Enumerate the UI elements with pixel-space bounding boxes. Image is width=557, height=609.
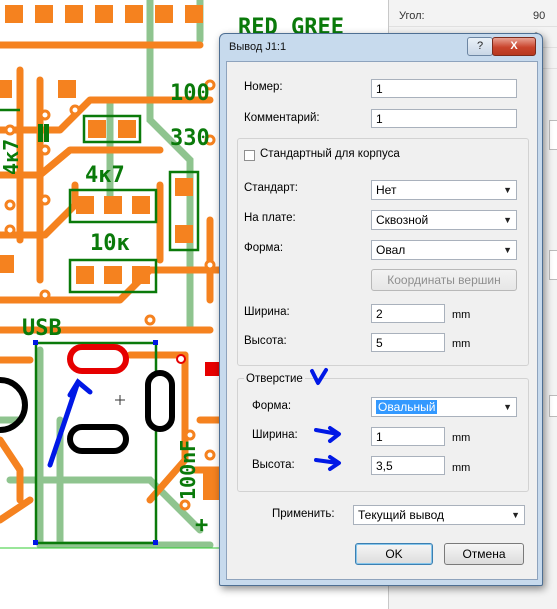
property-value: 90 [533, 10, 546, 22]
panel-edge-box [549, 120, 557, 150]
pin-properties-dialog: Вывод J1:1 ? X Номер: 1 Комментарий: 1 С… [219, 33, 543, 586]
comment-label: Комментарий: [244, 112, 320, 124]
property-row-angle[interactable]: Угол: 90 [389, 6, 557, 27]
pcb-label-100: 100 [170, 81, 210, 106]
hole-height-unit: mm [452, 462, 471, 474]
vertex-coordinates-button[interactable]: Координаты вершин [371, 269, 517, 291]
apply-label: Применить: [272, 508, 335, 520]
pcb-label-plus: + [195, 513, 208, 538]
hole-shape-label: Форма: [252, 400, 292, 412]
hole-shape-select[interactable]: Овальный ▼ [371, 397, 517, 417]
shape-select-value: Овал [376, 243, 406, 257]
dialog-client-area: Номер: 1 Комментарий: 1 Стандартный для … [226, 61, 538, 580]
chevron-down-icon: ▼ [503, 185, 512, 195]
hole-shape-select-value: Овальный [376, 400, 438, 414]
width-input[interactable]: 2 [371, 304, 445, 323]
chevron-down-icon: ▼ [503, 402, 512, 412]
standard-for-case-checkbox[interactable] [244, 150, 255, 161]
dialog-title: Вывод J1:1 [229, 41, 287, 53]
apply-select[interactable]: Текущий вывод ▼ [353, 505, 525, 525]
on-board-label: На плате: [244, 212, 296, 224]
pcb-label-100nf: 100nF [176, 440, 200, 500]
standard-select-value: Нет [376, 183, 397, 197]
height-unit: mm [452, 338, 471, 350]
close-button[interactable]: X [492, 37, 536, 56]
help-button[interactable]: ? [467, 37, 493, 56]
hole-width-unit: mm [452, 432, 471, 444]
pcb-label-10k: 10к [90, 231, 130, 256]
pcb-label-4k7-vertical: 4к7 [0, 139, 23, 175]
shape-label: Форма: [244, 242, 284, 254]
ok-button[interactable]: OK [355, 543, 433, 565]
hole-width-input[interactable]: 1 [371, 427, 445, 446]
width-unit: mm [452, 309, 471, 321]
chevron-down-icon: ▼ [511, 510, 520, 520]
property-key: Угол: [399, 10, 425, 22]
height-input[interactable]: 5 [371, 333, 445, 352]
chevron-down-icon: ▼ [503, 245, 512, 255]
hole-group-title: Отверстие [244, 373, 305, 385]
apply-select-value: Текущий вывод [358, 508, 444, 522]
cancel-button[interactable]: Отмена [444, 543, 524, 565]
chevron-down-icon: ▼ [503, 215, 512, 225]
on-board-select[interactable]: Сквозной ▼ [371, 210, 517, 230]
width-label: Ширина: [244, 306, 290, 318]
hole-height-label: Высота: [252, 459, 295, 471]
pcb-label-usb: USB [22, 316, 62, 341]
hole-width-label: Ширина: [252, 429, 298, 441]
number-input[interactable]: 1 [371, 79, 517, 98]
pcb-label-330: 330 [170, 126, 210, 151]
panel-edge-box [549, 250, 557, 280]
comment-input[interactable]: 1 [371, 109, 517, 128]
hole-height-input[interactable]: 3,5 [371, 456, 445, 475]
panel-edge-box [549, 395, 557, 417]
shape-select[interactable]: Овал ▼ [371, 240, 517, 260]
standard-label: Стандарт: [244, 182, 298, 194]
standard-for-case-label: Стандартный для корпуса [260, 148, 400, 160]
pcb-label-4k7: 4к7 [85, 163, 125, 188]
on-board-select-value: Сквозной [376, 213, 429, 227]
height-label: Высота: [244, 335, 287, 347]
number-label: Номер: [244, 81, 283, 93]
standard-select[interactable]: Нет ▼ [371, 180, 517, 200]
